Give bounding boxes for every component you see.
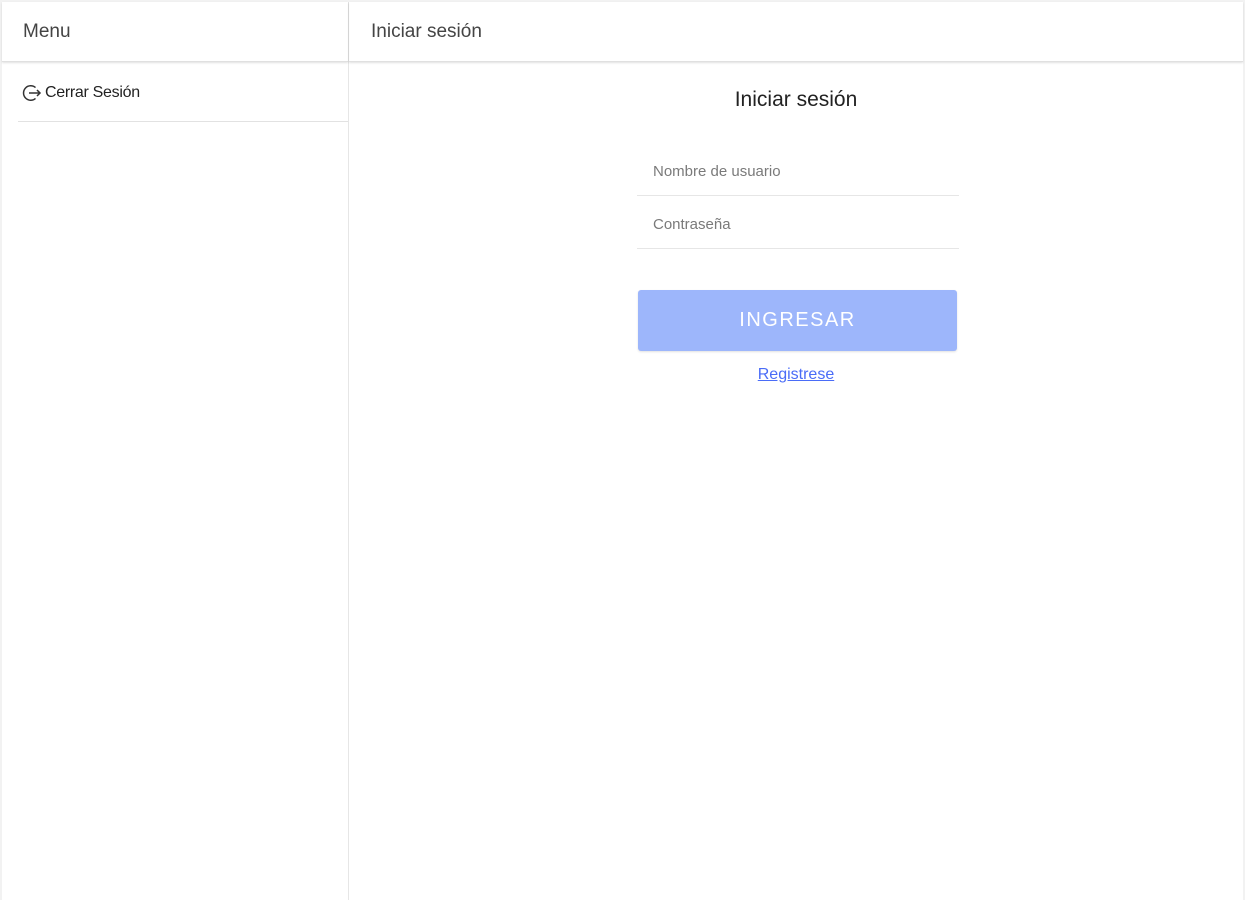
main-panel: Iniciar sesión Iniciar sesión INGRESAR R… (349, 2, 1243, 900)
sidebar-item-label: Cerrar Sesión (45, 83, 140, 101)
login-form-title: Iniciar sesión (734, 88, 858, 111)
page-title: Iniciar sesión (349, 2, 1243, 62)
sidebar: Menu Cerrar Sesión (2, 2, 349, 900)
register-link[interactable]: Registrese (758, 366, 834, 383)
register-link-container: Registrese (349, 366, 1243, 384)
sidebar-item-cerrar-sesion[interactable]: Cerrar Sesión (18, 64, 348, 122)
username-field[interactable] (637, 148, 959, 196)
logout-icon (21, 82, 43, 104)
login-button[interactable]: INGRESAR (638, 290, 957, 351)
app-frame: Menu Cerrar Sesión Iniciar sesión Inicia… (2, 2, 1243, 900)
password-field[interactable] (637, 201, 959, 249)
sidebar-title: Menu (2, 2, 348, 62)
